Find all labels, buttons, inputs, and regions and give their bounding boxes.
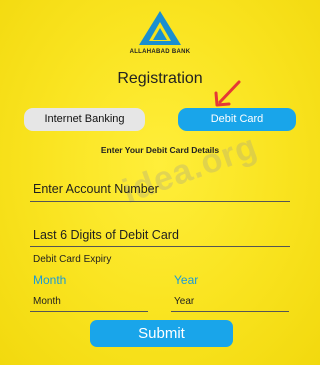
year-select[interactable]: Year [174, 296, 194, 307]
expiry-label: Debit Card Expiry [33, 254, 112, 265]
month-underline [30, 311, 148, 312]
card-digits-input[interactable]: Last 6 Digits of Debit Card [33, 228, 179, 242]
account-number-underline [30, 201, 290, 202]
section-heading: Enter Your Debit Card Details [100, 145, 220, 155]
annotation-arrow-icon [214, 80, 241, 107]
watermark: idea.org [117, 127, 263, 211]
month-hint: Month [33, 273, 67, 287]
submit-button[interactable]: Submit [90, 320, 233, 347]
allahabad-bank-logo-icon [139, 11, 181, 45]
tab-internet-banking[interactable]: Internet Banking [24, 108, 145, 131]
bank-name: ALLAHABAD BANK [129, 49, 191, 55]
tab-debit-card[interactable]: Debit Card [178, 108, 296, 131]
page-title: Registration [117, 70, 203, 87]
year-underline [171, 311, 289, 312]
year-hint: Year [174, 273, 199, 287]
month-select[interactable]: Month [33, 296, 61, 307]
account-number-input[interactable]: Enter Account Number [33, 182, 159, 196]
card-digits-underline [30, 246, 290, 247]
